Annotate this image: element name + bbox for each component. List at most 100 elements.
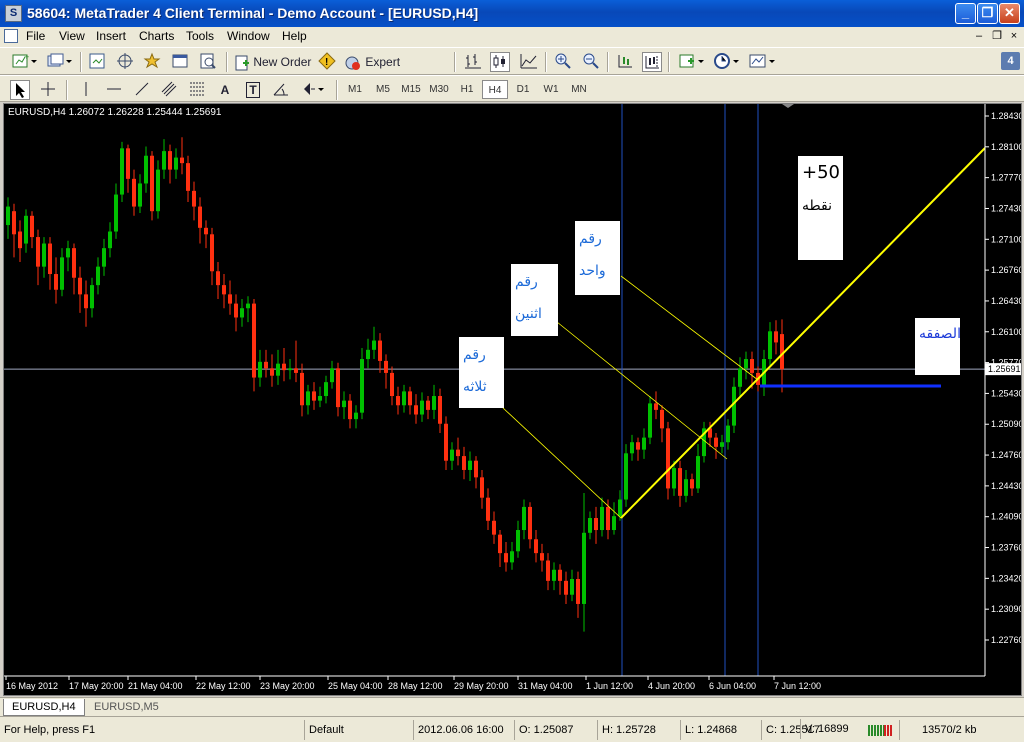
- menu-tools[interactable]: Tools: [186, 29, 214, 43]
- text-label-button[interactable]: T: [243, 80, 263, 100]
- candlestick: [24, 209, 28, 253]
- shift-marker-icon[interactable]: [782, 104, 794, 108]
- navigator-star-icon: [143, 52, 161, 69]
- chart-window-icon[interactable]: [4, 29, 18, 43]
- periodicity-button[interactable]: [712, 52, 742, 72]
- auto-scroll-button[interactable]: [615, 52, 635, 72]
- annotation-connector[interactable]: [620, 275, 759, 381]
- timeframe-m30[interactable]: M30: [426, 80, 452, 99]
- candlestick: [510, 542, 514, 570]
- status-datetime: 2012.06.06 16:00: [413, 720, 511, 740]
- expert-advisors-button[interactable]: Expert Advisors: [344, 52, 448, 89]
- horizontal-line-button[interactable]: [104, 80, 124, 100]
- timeframe-h4[interactable]: H4: [482, 80, 508, 99]
- mdi-minimize-button[interactable]: –: [972, 29, 986, 43]
- restore-button[interactable]: ❐: [977, 3, 998, 24]
- new-chart-button[interactable]: +: [10, 52, 40, 72]
- timeframe-m1[interactable]: M1: [342, 80, 368, 99]
- mdi-restore-button[interactable]: ❐: [990, 29, 1004, 43]
- price-chart[interactable]: رقم واحد رقم اثنين رقم ثلاثه +50 نقطه الصفقه 1.2…: [3, 103, 1022, 696]
- vertical-line-button[interactable]: [76, 80, 96, 100]
- time-tick-label: 29 May 20:00: [454, 681, 509, 691]
- label-one-line1: رقم: [579, 231, 602, 247]
- zoom-in-button[interactable]: [553, 52, 573, 72]
- timeframe-mn[interactable]: MN: [566, 80, 592, 99]
- templates-button[interactable]: [747, 52, 777, 72]
- terminal-button[interactable]: [170, 52, 190, 72]
- label-trade[interactable]: الصفقه: [915, 318, 961, 375]
- timeframe-h1[interactable]: H1: [454, 80, 480, 99]
- candlestick: [714, 432, 718, 459]
- market-watch-button[interactable]: [87, 52, 107, 72]
- tab-eurusd-m5[interactable]: EURUSD,M5: [86, 699, 167, 716]
- timeframe-m15[interactable]: M15: [398, 80, 424, 99]
- candlestick: [516, 520, 520, 558]
- timeframe-w1[interactable]: W1: [538, 80, 564, 99]
- menu-window[interactable]: Window: [227, 29, 270, 43]
- auto-scroll-icon: [618, 55, 632, 68]
- profiles-button[interactable]: [44, 52, 74, 72]
- timeframe-d1[interactable]: D1: [510, 80, 536, 99]
- annotation-connector[interactable]: [501, 406, 622, 519]
- time-tick-label: 16 May 2012: [6, 681, 58, 691]
- candlestick: [336, 362, 340, 417]
- price-tick-label: 1.25430: [991, 388, 1021, 398]
- label-three[interactable]: رقم ثلاثه: [459, 337, 504, 408]
- equidistant-channel-button[interactable]: [159, 80, 179, 100]
- tab-eurusd-h4[interactable]: EURUSD,H4: [3, 699, 85, 716]
- shapes-menu-button[interactable]: [300, 80, 328, 100]
- indicators-button[interactable]: [677, 52, 707, 72]
- label-plus50[interactable]: +50 نقطه: [798, 156, 843, 260]
- alert-button[interactable]: !: [317, 52, 337, 72]
- zoom-out-button[interactable]: [581, 52, 601, 72]
- menu-charts[interactable]: Charts: [139, 29, 174, 43]
- candlestick: [72, 243, 76, 295]
- text-label-icon: T: [246, 82, 260, 98]
- candlestick-chart-button[interactable]: [490, 52, 510, 72]
- connection-status-icon[interactable]: [868, 725, 892, 736]
- data-window-button[interactable]: [115, 52, 135, 72]
- price-tick-label: 1.24760: [991, 450, 1021, 460]
- text-tool-button[interactable]: A: [215, 80, 235, 100]
- close-button[interactable]: ✕: [999, 3, 1020, 24]
- arrows-button[interactable]: [271, 80, 291, 100]
- crosshair-button[interactable]: [38, 80, 58, 100]
- candlestick: [84, 280, 88, 327]
- candlestick: [384, 354, 388, 389]
- candlestick: [294, 340, 298, 383]
- candlestick: [30, 211, 34, 249]
- candlestick: [54, 257, 58, 304]
- label-two[interactable]: رقم اثنين: [511, 264, 558, 336]
- window-count-badge[interactable]: 4: [1001, 52, 1020, 70]
- menu-help[interactable]: Help: [282, 29, 307, 43]
- candlestick: [522, 499, 526, 540]
- candlestick: [738, 357, 742, 397]
- new-order-button[interactable]: New Order: [234, 52, 314, 72]
- cursor-button[interactable]: [10, 80, 30, 100]
- bar-chart-button[interactable]: [463, 52, 483, 72]
- candlestick: [228, 280, 232, 315]
- strategy-tester-button[interactable]: [198, 52, 218, 72]
- candlestick: [216, 262, 220, 299]
- trendline-button[interactable]: [132, 80, 152, 100]
- timeframe-m5[interactable]: M5: [370, 80, 396, 99]
- chart-canvas[interactable]: رقم واحد رقم اثنين رقم ثلاثه +50 نقطه الصفقه 1.2…: [4, 104, 1021, 695]
- menu-insert[interactable]: Insert: [96, 29, 126, 43]
- candlestick: [378, 333, 382, 373]
- candlestick: [342, 391, 346, 420]
- mdi-close-button[interactable]: ×: [1007, 29, 1021, 43]
- candlestick: [498, 530, 502, 567]
- chart-shift-button[interactable]: [642, 52, 662, 72]
- line-chart-button[interactable]: [519, 52, 539, 72]
- menu-file[interactable]: File: [26, 29, 45, 43]
- arrows-angle-icon: [273, 83, 288, 96]
- minimize-button[interactable]: _: [955, 3, 976, 24]
- candlestick: [534, 530, 538, 563]
- label-one[interactable]: رقم واحد: [575, 221, 620, 295]
- menu-view[interactable]: View: [59, 29, 85, 43]
- status-help: For Help, press F1: [4, 724, 96, 736]
- crosshair-target-icon: [117, 53, 133, 69]
- navigator-button[interactable]: [142, 52, 162, 72]
- fibonacci-button[interactable]: [187, 80, 207, 100]
- status-volume: V: 16899: [800, 719, 864, 739]
